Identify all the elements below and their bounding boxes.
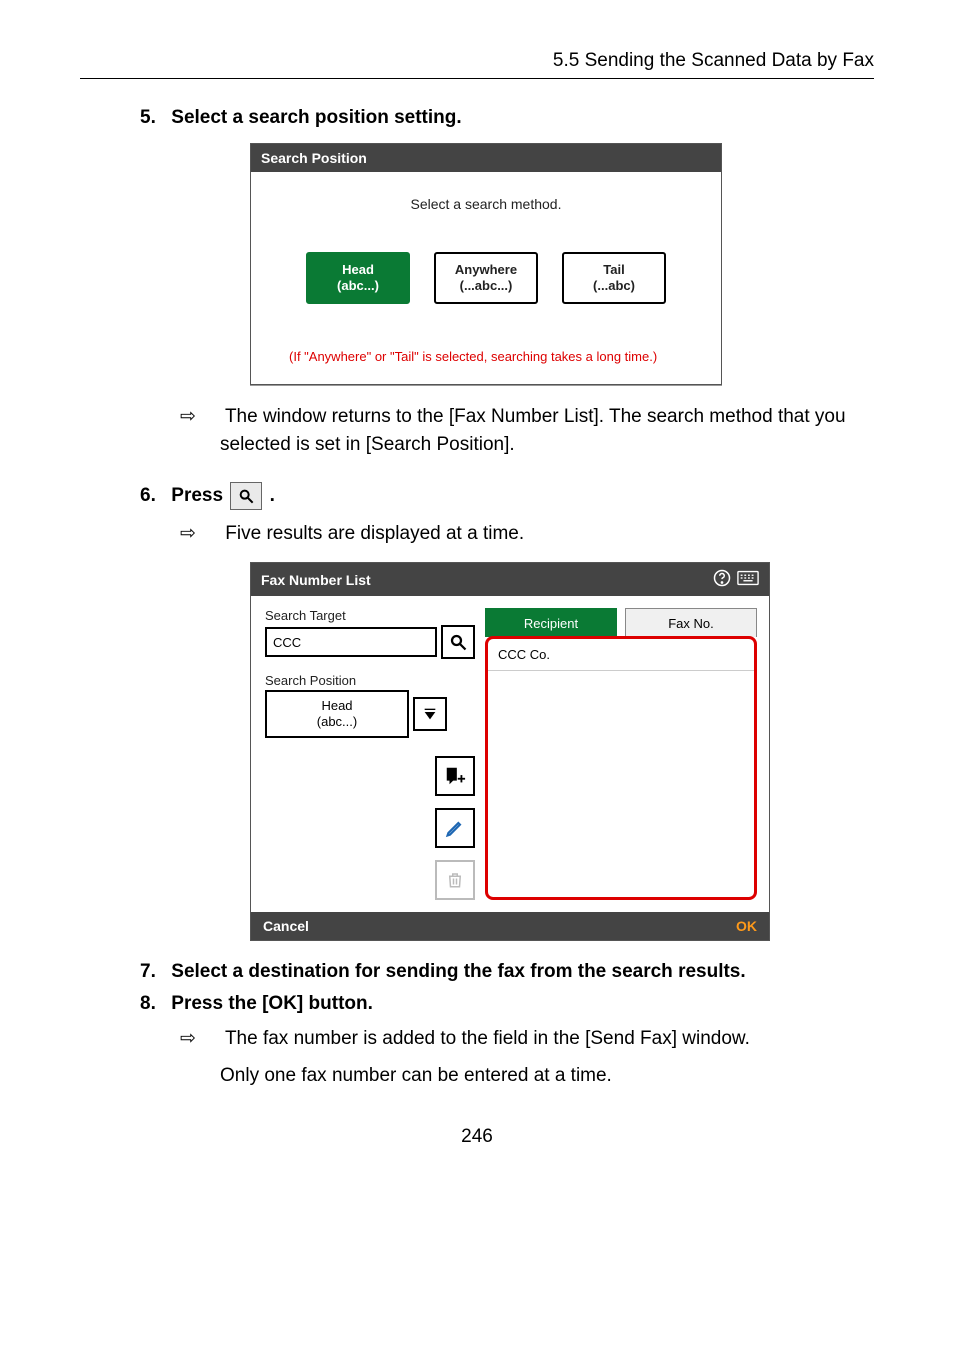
- search-position-anywhere-button[interactable]: Anywhere (...abc...): [434, 252, 538, 304]
- edit-contact-button[interactable]: [435, 808, 475, 848]
- search-position-head-button[interactable]: Head (abc...): [306, 252, 410, 304]
- add-contact-icon: [444, 765, 466, 787]
- trash-icon: [446, 871, 464, 889]
- section-header: 5.5 Sending the Scanned Data by Fax: [553, 50, 874, 71]
- tab-fax-no[interactable]: Fax No.: [625, 608, 757, 637]
- search-icon: [449, 633, 467, 651]
- tail-label-1: Tail: [603, 262, 624, 278]
- fax-number-list-dialog: Fax Number List Search Target CCC: [250, 562, 770, 941]
- step-8-result-1: ⇨ The fax number is added to the field i…: [200, 1025, 874, 1054]
- tab-recipient[interactable]: Recipient: [485, 608, 617, 637]
- search-position-value-2: (abc...): [317, 714, 357, 730]
- step-8-result-line1: The fax number is added to the field in …: [225, 1028, 750, 1049]
- step-5-text: Select a search position setting.: [171, 107, 461, 128]
- fax-number-list-title: Fax Number List: [261, 572, 371, 588]
- step-6-text-before: Press: [171, 485, 228, 506]
- step-6: 6. Press .: [140, 482, 874, 510]
- tab-fax-no-label: Fax No.: [668, 616, 714, 631]
- search-position-change-button[interactable]: [413, 697, 447, 731]
- search-icon: [238, 488, 254, 504]
- result-arrow-icon: ⇨: [200, 520, 220, 549]
- step-6-number: 6.: [140, 485, 166, 507]
- search-target-value: CCC: [273, 635, 301, 650]
- tab-recipient-label: Recipient: [524, 616, 578, 631]
- step-6-result: ⇨ Five results are displayed at a time.: [200, 520, 874, 549]
- result-row-text: CCC Co.: [498, 647, 550, 662]
- search-position-buttons: Head (abc...) Anywhere (...abc...) Tail …: [281, 252, 691, 304]
- search-button[interactable]: [441, 625, 475, 659]
- anywhere-label-1: Anywhere: [455, 262, 517, 278]
- cancel-button[interactable]: Cancel: [263, 918, 309, 934]
- delete-contact-button[interactable]: [435, 860, 475, 900]
- fnl-left-panel: Search Target CCC Search Position Head (…: [265, 608, 475, 900]
- search-target-input[interactable]: CCC: [265, 627, 437, 657]
- page-number: 246: [80, 1126, 874, 1148]
- search-position-value-1: Head: [321, 698, 352, 714]
- dropdown-icon: [422, 706, 438, 722]
- ok-button[interactable]: OK: [736, 918, 757, 934]
- search-position-dialog: Search Position Select a search method. …: [250, 143, 722, 385]
- search-results-area: CCC Co.: [485, 636, 757, 900]
- fnl-right-panel: Recipient Fax No. CCC Co.: [485, 608, 757, 900]
- step-8-result-line2: Only one fax number can be entered at a …: [220, 1065, 612, 1086]
- page-header: 5.5 Sending the Scanned Data by Fax: [80, 50, 874, 79]
- add-contact-button[interactable]: [435, 756, 475, 796]
- search-position-tail-button[interactable]: Tail (...abc): [562, 252, 666, 304]
- search-position-display: Head (abc...): [265, 690, 409, 738]
- pencil-icon: [445, 818, 465, 838]
- tail-label-2: (...abc): [593, 278, 635, 294]
- step-8-result-2: Only one fax number can be entered at a …: [200, 1062, 874, 1091]
- step-5-number: 5.: [140, 107, 166, 129]
- head-label-1: Head: [342, 262, 374, 278]
- search-position-title: Search Position: [251, 144, 721, 172]
- step-7-number: 7.: [140, 961, 166, 983]
- head-label-2: (abc...): [337, 278, 379, 294]
- step-7-text: Select a destination for sending the fax…: [171, 961, 745, 982]
- search-target-label: Search Target: [265, 608, 475, 623]
- fnl-footer: Cancel OK: [251, 912, 769, 940]
- search-icon-button[interactable]: [230, 482, 262, 510]
- step-6-text-after: .: [270, 485, 275, 506]
- result-arrow-icon: ⇨: [200, 403, 220, 432]
- result-arrow-icon: ⇨: [200, 1025, 220, 1054]
- result-row[interactable]: CCC Co.: [488, 639, 754, 671]
- step-8-number: 8.: [140, 993, 166, 1015]
- step-5: 5. Select a search position setting.: [140, 107, 874, 129]
- step-8: 8. Press the [OK] button.: [140, 993, 874, 1015]
- step-5-result-text: The window returns to the [Fax Number Li…: [220, 406, 846, 456]
- search-position-label: Search Position: [265, 673, 475, 688]
- keyboard-icon[interactable]: [737, 570, 759, 589]
- search-position-prompt: Select a search method.: [281, 196, 691, 212]
- fax-number-list-title-bar: Fax Number List: [251, 563, 769, 596]
- step-8-text: Press the [OK] button.: [171, 993, 373, 1014]
- anywhere-label-2: (...abc...): [460, 278, 513, 294]
- help-icon[interactable]: [713, 569, 731, 590]
- step-6-result-text: Five results are displayed at a time.: [225, 523, 524, 544]
- step-5-result: ⇨ The window returns to the [Fax Number …: [200, 403, 874, 460]
- search-position-note: (If "Anywhere" or "Tail" is selected, se…: [289, 348, 683, 366]
- step-7: 7. Select a destination for sending the …: [140, 961, 874, 983]
